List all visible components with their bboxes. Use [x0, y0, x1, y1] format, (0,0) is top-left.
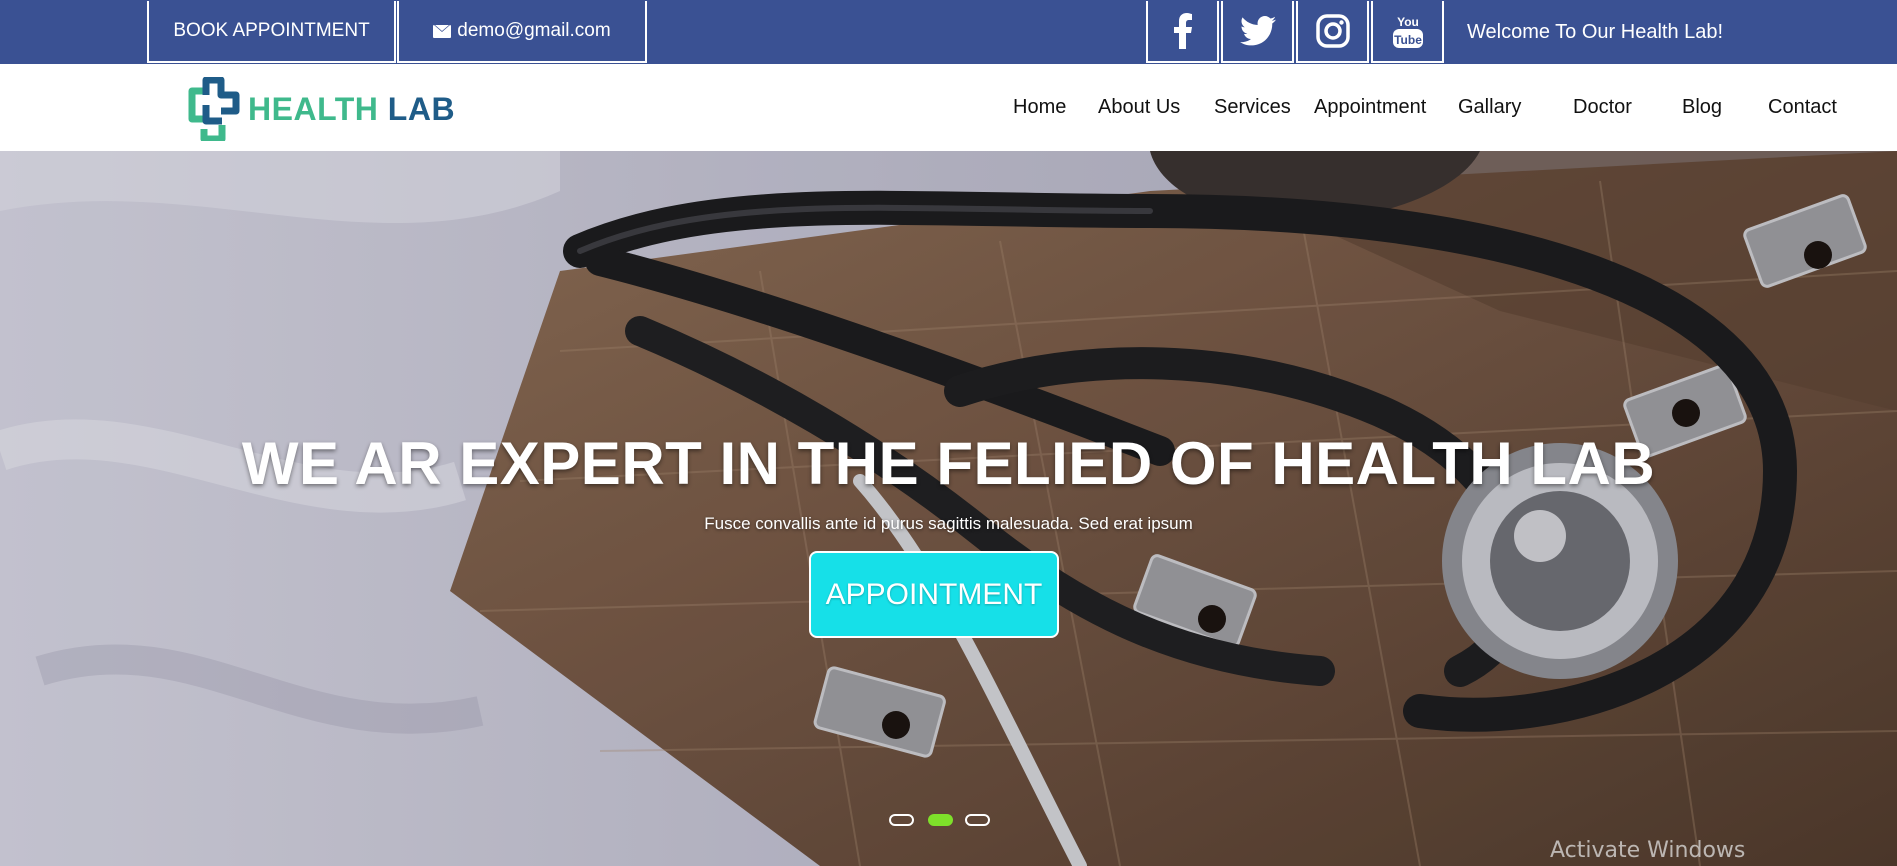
- twitter-icon: [1239, 16, 1276, 46]
- nav-services[interactable]: Services: [1214, 64, 1291, 151]
- youtube-link[interactable]: You Tube: [1371, 1, 1444, 63]
- nav-appointment[interactable]: Appointment: [1314, 64, 1426, 151]
- facebook-link[interactable]: [1146, 1, 1219, 63]
- instagram-link[interactable]: [1296, 1, 1369, 63]
- carousel-dot-3[interactable]: [965, 814, 990, 826]
- hero-appointment-label: APPOINTMENT: [825, 577, 1043, 611]
- hero-subtitle: Fusce convallis ante id purus sagittis m…: [704, 514, 1193, 533]
- nav-about-us[interactable]: About Us: [1098, 64, 1180, 151]
- facebook-icon: [1173, 13, 1192, 49]
- site-logo[interactable]: HEALTH LAB: [184, 76, 455, 142]
- book-appointment-label: BOOK APPOINTMENT: [173, 20, 370, 41]
- book-appointment-button[interactable]: BOOK APPOINTMENT: [147, 1, 396, 63]
- logo-word-health: HEALTH: [248, 90, 379, 127]
- svg-text:You: You: [1397, 15, 1419, 29]
- email-text: demo@gmail.com: [457, 20, 611, 41]
- hero-carousel: WE AR EXPERT IN THE FELIED OF HEALTH LAB…: [0, 151, 1897, 866]
- twitter-link[interactable]: [1221, 1, 1294, 63]
- envelope-icon: [433, 24, 452, 38]
- main-navbar: HEALTH LAB Home About Us Services Appoin…: [0, 64, 1897, 151]
- top-bar: BOOK APPOINTMENT demo@gmail.com You Tube…: [0, 0, 1897, 64]
- nav-gallary[interactable]: Gallary: [1458, 64, 1521, 151]
- instagram-icon: [1315, 14, 1350, 48]
- nav-contact[interactable]: Contact: [1768, 64, 1837, 151]
- nav-home[interactable]: Home: [1013, 64, 1066, 151]
- email-link[interactable]: demo@gmail.com: [397, 1, 647, 63]
- svg-text:Tube: Tube: [1394, 33, 1422, 47]
- logo-wordmark: HEALTH LAB: [248, 91, 455, 128]
- carousel-dot-1[interactable]: [889, 814, 914, 826]
- welcome-text: Welcome To Our Health Lab!: [1467, 21, 1724, 43]
- carousel-dot-2[interactable]: [928, 814, 953, 826]
- nav-doctor[interactable]: Doctor: [1573, 64, 1632, 151]
- youtube-icon: You Tube: [1392, 15, 1423, 48]
- stethoscope-background-image: [0, 151, 1897, 866]
- medical-cross-logo-icon: [188, 77, 240, 141]
- nav-blog[interactable]: Blog: [1682, 64, 1722, 151]
- activate-windows-watermark: Activate Windows: [1550, 838, 1746, 863]
- hero-title: WE AR EXPERT IN THE FELIED OF HEALTH LAB: [241, 430, 1656, 497]
- hero-appointment-button[interactable]: APPOINTMENT: [809, 551, 1059, 638]
- logo-word-lab: LAB: [387, 90, 456, 127]
